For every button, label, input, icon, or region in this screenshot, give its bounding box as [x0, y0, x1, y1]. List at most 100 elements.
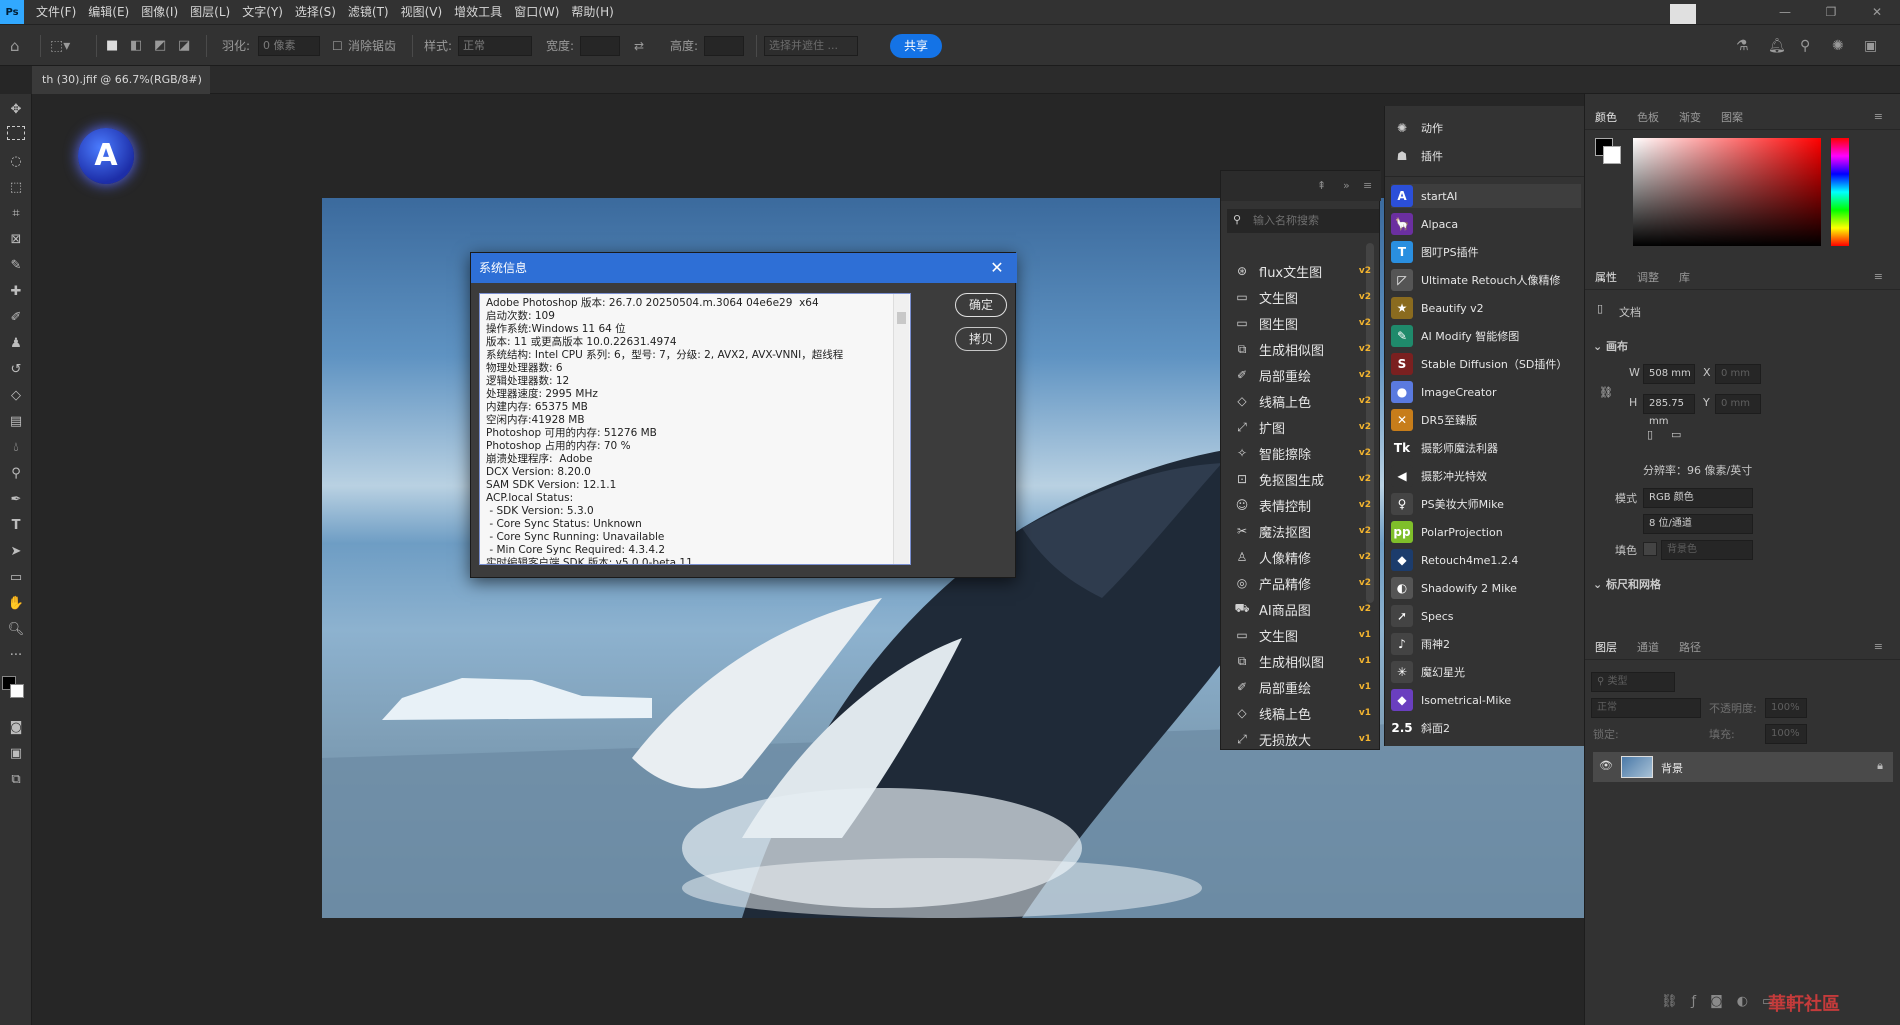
- plugin-menu-item[interactable]: ▭ 文生图 v2: [1233, 285, 1373, 309]
- lasso-tool-icon[interactable]: ◌: [6, 152, 26, 172]
- background-swatch[interactable]: [1603, 146, 1621, 164]
- plugin-menu-item[interactable]: ☺ 表情控制 v2: [1233, 493, 1373, 517]
- tab-channels[interactable]: 通道: [1627, 639, 1669, 655]
- bit-depth-select[interactable]: 8 位/通道: [1643, 514, 1753, 534]
- hue-slider[interactable]: [1831, 138, 1849, 246]
- panel-shortcut-item[interactable]: ☗ 插件: [1391, 144, 1581, 168]
- pen-tool-icon[interactable]: ✒: [6, 490, 26, 510]
- panel-menu-icon[interactable]: ≡: [1363, 179, 1372, 192]
- hand-tool-icon[interactable]: ✋: [6, 594, 26, 614]
- swap-icon[interactable]: ⇄: [634, 36, 644, 56]
- plugin-menu-item[interactable]: ✐ 局部重绘 v1: [1233, 675, 1373, 699]
- plugin-list-item[interactable]: AstartAI: [1391, 184, 1581, 208]
- blend-mode-select[interactable]: 正常: [1591, 698, 1701, 718]
- document-tab[interactable]: th (30).jfif @ 66.7%(RGB/8#) ×: [32, 66, 210, 114]
- screen-mode-icon[interactable]: ▣: [6, 744, 26, 764]
- tab-color[interactable]: 颜色: [1585, 109, 1627, 125]
- plugin-list-item[interactable]: Tk 摄影师魔法利器: [1391, 436, 1581, 460]
- menu-plugins[interactable]: 增效工具: [448, 0, 508, 24]
- new-selection-icon[interactable]: ■: [106, 36, 118, 56]
- plugin-list-item[interactable]: ● ImageCreator: [1391, 380, 1581, 404]
- add-selection-icon[interactable]: ◧: [130, 36, 142, 56]
- plugin-menu-item[interactable]: ✂ 魔法抠图 v2: [1233, 519, 1373, 543]
- plugin-list-item[interactable]: ◀ 摄影冲光特效: [1391, 464, 1581, 488]
- startai-floating-icon[interactable]: A: [78, 128, 134, 184]
- plugin-list-item[interactable]: ➚ Specs: [1391, 604, 1581, 628]
- plugin-menu-item[interactable]: ⤢ 无损放大 v1: [1233, 727, 1373, 751]
- subtract-selection-icon[interactable]: ◩: [154, 36, 166, 56]
- brush-tool-icon[interactable]: ✐: [6, 308, 26, 328]
- plugin-menu-item[interactable]: ⧉ 生成相似图 v2: [1233, 337, 1373, 361]
- width-input[interactable]: [580, 36, 620, 56]
- menu-edit[interactable]: 编辑(E): [82, 0, 135, 24]
- tab-patterns[interactable]: 图案: [1711, 109, 1753, 125]
- scrollbar-thumb[interactable]: [897, 312, 906, 324]
- menu-layer[interactable]: 图层(L): [184, 0, 236, 24]
- plugin-list-item[interactable]: 🦙 Alpaca: [1391, 212, 1581, 236]
- history-brush-icon[interactable]: ↺: [6, 360, 26, 380]
- plugin-search-input[interactable]: 输入名称搜索: [1227, 209, 1379, 233]
- tab-layers[interactable]: 图层: [1585, 639, 1627, 655]
- color-picker-field[interactable]: [1633, 138, 1821, 246]
- type-tool-icon[interactable]: T: [6, 516, 26, 536]
- tab-gradients[interactable]: 渐变: [1669, 109, 1711, 125]
- restore-button[interactable]: ❐: [1808, 0, 1854, 24]
- plugin-list-item[interactable]: pp PolarProjection: [1391, 520, 1581, 544]
- plugin-list-item[interactable]: ◆ Isometrical-Mike: [1391, 688, 1581, 712]
- x-field[interactable]: 0 mm: [1715, 364, 1761, 384]
- plugin-menu-item[interactable]: ▭ 文生图 v1: [1233, 623, 1373, 647]
- object-select-tool-icon[interactable]: ⬚: [6, 178, 26, 198]
- width-field[interactable]: 508 mm: [1643, 364, 1695, 384]
- dialog-scrollbar[interactable]: [893, 294, 909, 564]
- plugin-menu-item[interactable]: ◇ 线稿上色 v2: [1233, 389, 1373, 413]
- plugin-menu-item[interactable]: ◎ 产品精修 v2: [1233, 571, 1373, 595]
- antialias-checkbox[interactable]: ☐: [332, 36, 343, 56]
- quick-mask-icon[interactable]: ◙: [6, 718, 26, 738]
- height-input[interactable]: [704, 36, 744, 56]
- plugin-list-item[interactable]: ✎ AI Modify 智能修图: [1391, 324, 1581, 348]
- height-field[interactable]: 285.75 mm: [1643, 394, 1695, 427]
- select-and-mask-button[interactable]: 选择并遮住 ...: [764, 36, 858, 56]
- tab-adjustments[interactable]: 调整: [1627, 269, 1669, 285]
- mode-select[interactable]: RGB 颜色: [1643, 488, 1753, 508]
- plugin-menu-item[interactable]: ⛟ AI商品图 v2: [1233, 597, 1373, 621]
- plugin-menu-item[interactable]: ⤢ 扩图 v2: [1233, 415, 1373, 439]
- plugin-list-item[interactable]: 2.5 斜面2: [1391, 716, 1581, 740]
- lightbulb-icon[interactable]: ✺: [1832, 36, 1844, 56]
- minimize-button[interactable]: —: [1762, 0, 1808, 24]
- plugin-list-item[interactable]: ◐ Shadowify 2 Mike: [1391, 576, 1581, 600]
- portrait-orientation-icon[interactable]: ▯: [1647, 428, 1653, 441]
- feather-input[interactable]: 0 像素: [258, 36, 320, 56]
- pin-icon[interactable]: ⇞: [1317, 179, 1326, 192]
- more-tools-icon[interactable]: ···: [6, 646, 26, 666]
- marquee-tool-icon[interactable]: [7, 126, 25, 140]
- collapse-icon[interactable]: »: [1343, 179, 1350, 192]
- plugin-list-item[interactable]: ✕ DR5至臻版: [1391, 408, 1581, 432]
- menu-help[interactable]: 帮助(H): [565, 0, 619, 24]
- plugin-list-item[interactable]: S Stable Diffusion（SD插件）: [1391, 352, 1581, 376]
- layer-row-background[interactable]: 👁︎ 背景 🔒︎: [1593, 752, 1893, 782]
- generative-icon[interactable]: ⧉: [6, 770, 26, 790]
- rulers-section-header[interactable]: ⌄ 标尺和网格: [1593, 576, 1661, 592]
- healing-brush-icon[interactable]: ✚: [6, 282, 26, 302]
- search-icon[interactable]: ⚲: [1800, 36, 1810, 56]
- move-tool-icon[interactable]: ✥: [6, 100, 26, 120]
- menu-image[interactable]: 图像(I): [135, 0, 184, 24]
- canvas-section-header[interactable]: ⌄ 画布: [1593, 338, 1628, 354]
- menu-file[interactable]: 文件(F): [30, 0, 82, 24]
- plugin-list-item[interactable]: ✳ 魔幻星光: [1391, 660, 1581, 684]
- fill-opacity-field[interactable]: 100%: [1765, 724, 1807, 744]
- link-icon[interactable]: ⛓: [1599, 386, 1613, 399]
- plugin-menu-item[interactable]: ✧ 智能擦除 v2: [1233, 441, 1373, 465]
- marquee-preset-icon[interactable]: ⬚▾: [50, 36, 70, 56]
- y-field[interactable]: 0 mm: [1715, 394, 1761, 414]
- style-select[interactable]: 正常: [458, 36, 532, 56]
- plugin-list-item[interactable]: T 图叮PS插件: [1391, 240, 1581, 264]
- zoom-tool-icon[interactable]: 🔍︎: [6, 620, 26, 640]
- menu-filter[interactable]: 滤镜(T): [342, 0, 395, 24]
- bell-icon[interactable]: 🔔︎: [1768, 36, 1786, 56]
- tab-paths[interactable]: 路径: [1669, 639, 1711, 655]
- dialog-close-icon[interactable]: ✕: [987, 258, 1007, 278]
- plugin-menu-item[interactable]: ♙ 人像精修 v2: [1233, 545, 1373, 569]
- plugin-list-item[interactable]: ♪ 雨神2: [1391, 632, 1581, 656]
